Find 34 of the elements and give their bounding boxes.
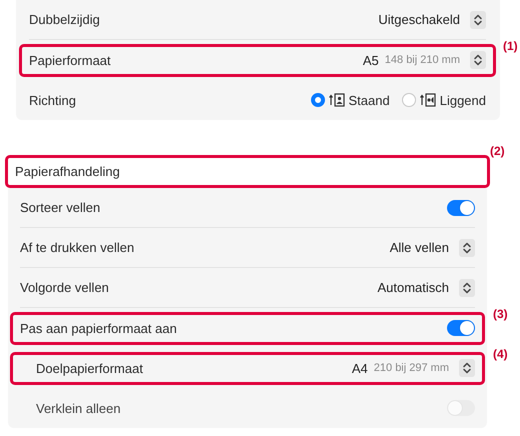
setting-label: Verklein alleen [35, 400, 121, 416]
toggle-switch[interactable] [447, 320, 475, 336]
callout-label: (4) [493, 347, 508, 361]
radio-button[interactable] [310, 93, 325, 107]
radio-label: Liggend [440, 92, 486, 108]
setting-label: Af te drukken vellen [20, 240, 134, 255]
callout-label: (3) [493, 307, 508, 321]
size-detail: 210 bij 297 mm [374, 362, 449, 374]
setting-label: Doelpapierformaat [35, 360, 143, 376]
callout-label: (2) [490, 144, 505, 158]
stepper-icon[interactable] [470, 10, 486, 28]
stepper-icon[interactable] [459, 278, 475, 296]
setting-label: Papierformaat [29, 52, 111, 68]
callout-label: (1) [503, 39, 518, 53]
toggle-switch[interactable] [447, 200, 475, 216]
stepper-icon[interactable] [470, 51, 486, 69]
popup-value[interactable]: A5 [362, 52, 379, 68]
popup-value[interactable]: Automatisch [377, 280, 449, 295]
setting-label: Richting [29, 92, 76, 108]
landscape-icon [420, 93, 436, 107]
section-title: Papierafhandeling [15, 164, 120, 179]
popup-value[interactable]: Alle vellen [390, 240, 449, 255]
setting-label: Volgorde vellen [20, 280, 109, 295]
setting-label: Pas aan papierformaat aan [20, 320, 177, 336]
portrait-icon [328, 93, 345, 107]
setting-label: Dubbelzijdig [29, 12, 100, 27]
radio-label: Staand [348, 92, 390, 108]
popup-value[interactable]: A4 [352, 360, 368, 376]
stepper-icon[interactable] [459, 359, 475, 377]
radio-button[interactable] [402, 93, 416, 107]
stepper-icon[interactable] [459, 238, 475, 256]
setting-label: Sorteer vellen [20, 200, 100, 215]
size-detail: 148 bij 210 mm [384, 54, 460, 66]
popup-value[interactable]: Uitgeschakeld [378, 12, 460, 27]
